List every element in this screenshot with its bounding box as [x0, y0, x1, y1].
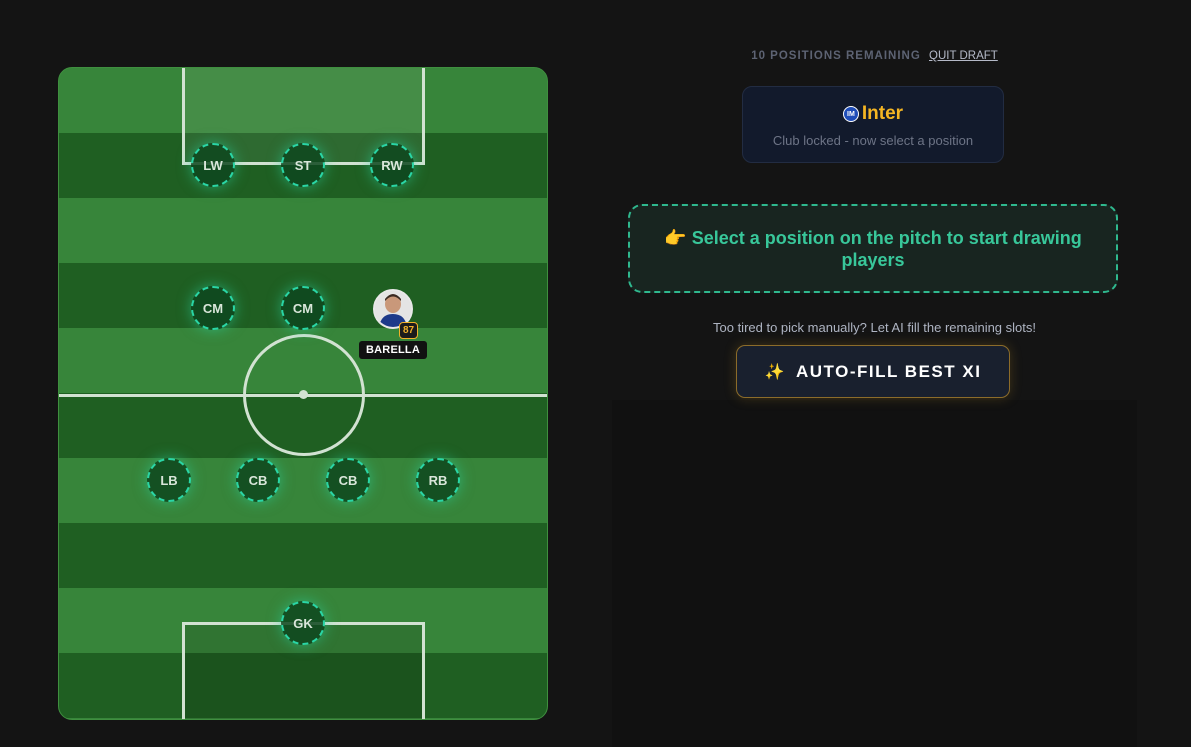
auto-fill-button[interactable]: ✨ AUTO-FILL BEST XI — [736, 345, 1010, 398]
slot-lw[interactable]: LW — [191, 143, 235, 187]
club-card: IM Inter Club locked - now select a posi… — [742, 86, 1004, 163]
slot-lb[interactable]: LB — [147, 458, 191, 502]
slot-st[interactable]: ST — [281, 143, 325, 187]
pointing-hand-icon: 👉 — [664, 227, 687, 248]
positions-remaining-label: 10 POSITIONS REMAINING — [751, 50, 921, 62]
autofill-hint: Too tired to pick manually? Let AI fill … — [713, 320, 1036, 335]
sparkle-icon: ✨ — [764, 363, 786, 381]
slot-gk[interactable]: GK — [281, 601, 325, 645]
club-subtitle: Club locked - now select a position — [772, 133, 974, 148]
slot-cm-left[interactable]: CM — [191, 286, 235, 330]
auto-fill-label: AUTO-FILL BEST XI — [795, 361, 982, 381]
right-panel-background — [612, 400, 1137, 747]
player-rating-badge: 87 — [399, 322, 419, 339]
slot-cb-left[interactable]: CB — [236, 458, 280, 502]
slot-cb-right[interactable]: CB — [326, 458, 370, 502]
pitch: LW ST RW CM CM 87 BARELLA LB CB CB RB GK — [58, 67, 548, 720]
inter-crest-icon: IM — [842, 106, 859, 122]
player-name-label: BARELLA — [359, 341, 427, 359]
quit-draft-link[interactable]: QUIT DRAFT — [929, 50, 998, 62]
center-spot — [299, 390, 308, 399]
player-card-barella[interactable]: 87 BARELLA — [359, 289, 427, 361]
select-position-prompt: 👉 Select a position on the pitch to star… — [628, 204, 1118, 293]
prompt-text: Select a position on the pitch to start … — [691, 227, 1082, 270]
draft-status-row: 10 POSITIONS REMAINING QUIT DRAFT — [612, 50, 1137, 62]
slot-rw[interactable]: RW — [370, 143, 414, 187]
club-name: Inter — [861, 103, 904, 124]
slot-rb[interactable]: RB — [416, 458, 460, 502]
slot-cm-center[interactable]: CM — [281, 286, 325, 330]
